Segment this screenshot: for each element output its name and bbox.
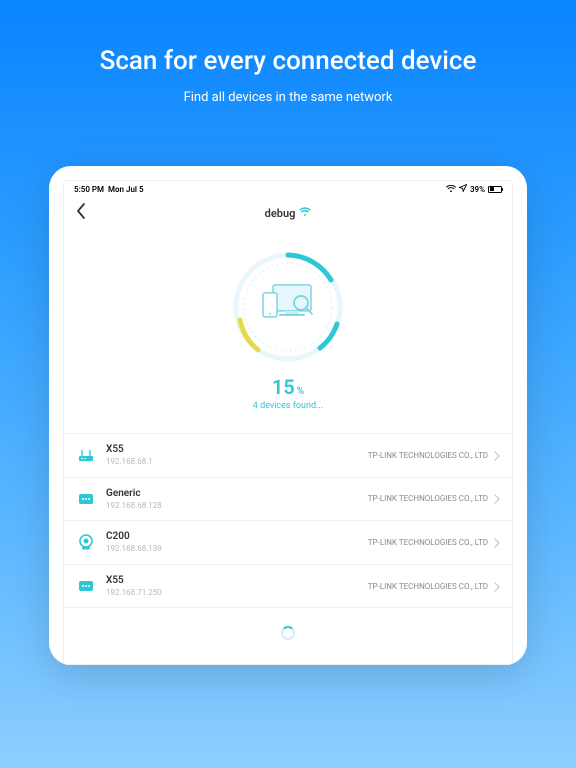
device-row[interactable]: X55192.168.71.250TP-LINK TECHNOLOGIES CO… [64,564,512,609]
tablet-screen: 5:50 PM Mon Jul 5 39% debug [63,180,513,665]
device-row[interactable]: Generic192.168.68.128TP-LINK TECHNOLOGIE… [64,477,512,521]
tablet-frame: 5:50 PM Mon Jul 5 39% debug [49,166,527,665]
device-type-icon [76,445,96,465]
chevron-right-icon [494,489,500,508]
wifi-icon [446,185,456,193]
device-text: Generic192.168.68.128 [106,488,368,511]
device-text: X55192.168.71.250 [106,575,368,598]
marketing-subtitle: Find all devices in the same network [0,90,576,105]
device-vendor: TP-LINK TECHNOLOGIES CO., LTD [368,538,488,547]
back-button[interactable] [74,201,88,225]
device-ip: 192.168.68.1 [106,457,368,467]
scan-found-text: 4 devices found... [253,401,323,411]
device-row[interactable]: C200192.168.68.139TP-LINK TECHNOLOGIES C… [64,520,512,564]
device-name: C200 [106,531,368,543]
chevron-left-icon [74,201,88,221]
loading-area [64,608,512,664]
device-vendor: TP-LINK TECHNOLOGIES CO., LTD [368,494,488,503]
location-icon [459,184,467,194]
device-name: X55 [106,444,368,456]
status-left: 5:50 PM Mon Jul 5 [74,185,144,194]
chevron-right-icon [494,446,500,465]
device-text: X55192.168.68.1 [106,444,368,467]
battery-icon [488,186,502,193]
nav-bar: debug [64,197,512,229]
status-bar: 5:50 PM Mon Jul 5 39% [64,181,512,197]
status-date: Mon Jul 5 [108,185,144,194]
status-time: 5:50 PM [74,185,104,194]
devices-scan-icon [259,279,317,331]
network-label: debug [265,207,312,220]
device-row[interactable]: X55192.168.68.1TP-LINK TECHNOLOGIES CO.,… [64,433,512,477]
device-ip: 192.168.68.128 [106,501,368,511]
scan-progress-circle [228,247,348,367]
device-type-icon [76,576,96,596]
device-ip: 192.168.71.250 [106,588,368,598]
scan-percent-unit: % [297,386,304,397]
scan-percent: 15% [272,375,304,399]
status-right: 39% [446,184,502,194]
chevron-right-icon [494,533,500,552]
scan-area: 15% 4 devices found... [64,229,512,425]
device-name: X55 [106,575,368,587]
device-vendor: TP-LINK TECHNOLOGIES CO., LTD [368,582,488,591]
device-type-icon [76,489,96,509]
device-list: X55192.168.68.1TP-LINK TECHNOLOGIES CO.,… [64,433,512,608]
chevron-right-icon [494,577,500,596]
loading-spinner-icon [281,626,295,640]
device-name: Generic [106,488,368,500]
scan-percent-value: 15 [272,375,295,399]
device-text: C200192.168.68.139 [106,531,368,554]
device-type-icon [76,532,96,552]
device-ip: 192.168.68.139 [106,544,368,554]
marketing-title: Scan for every connected device [0,0,576,76]
network-name: debug [265,207,296,220]
wifi-icon [299,207,311,220]
battery-percent: 39% [470,185,485,194]
device-vendor: TP-LINK TECHNOLOGIES CO., LTD [368,451,488,460]
